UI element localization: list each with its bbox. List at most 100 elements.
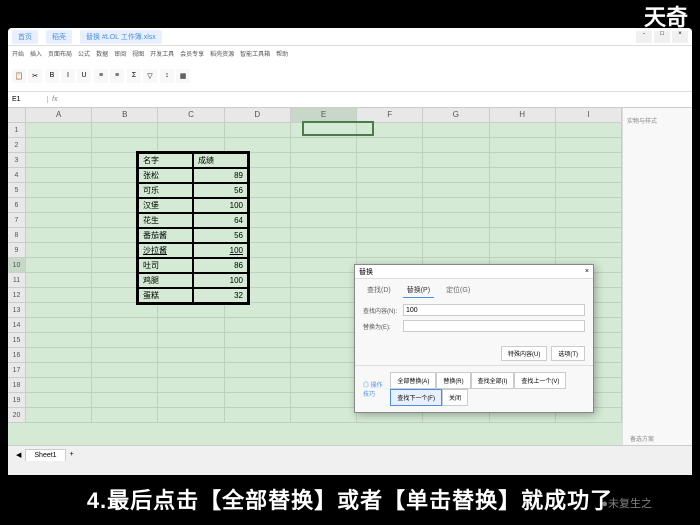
cell[interactable]: [291, 408, 357, 423]
col-header-G[interactable]: G: [423, 108, 489, 122]
col-header-D[interactable]: D: [225, 108, 291, 122]
cell[interactable]: [26, 183, 92, 198]
menu-页面布局[interactable]: 页面布局: [48, 49, 72, 58]
prev-sheet-icon[interactable]: ◀: [16, 451, 21, 459]
cell[interactable]: [92, 123, 158, 138]
close-icon[interactable]: ×: [672, 31, 688, 43]
cell[interactable]: [291, 273, 357, 288]
cell[interactable]: [357, 198, 423, 213]
cell[interactable]: [26, 123, 92, 138]
row-header-5[interactable]: 5: [8, 183, 26, 198]
table-cell[interactable]: 张松: [138, 168, 193, 183]
cell[interactable]: [26, 303, 92, 318]
cell[interactable]: [92, 378, 158, 393]
cell[interactable]: [357, 183, 423, 198]
bold-icon[interactable]: B: [45, 69, 59, 83]
cell[interactable]: [556, 183, 622, 198]
row-header-15[interactable]: 15: [8, 333, 26, 348]
cell[interactable]: [490, 213, 556, 228]
cell[interactable]: [490, 123, 556, 138]
cell[interactable]: [26, 168, 92, 183]
align-left-icon[interactable]: ≡: [94, 69, 108, 83]
tab-home[interactable]: 首页: [12, 30, 38, 44]
cell[interactable]: [26, 273, 92, 288]
dialog-button-1[interactable]: 替换(R): [436, 372, 470, 389]
row-header-8[interactable]: 8: [8, 228, 26, 243]
cell[interactable]: [26, 243, 92, 258]
table-cell[interactable]: 56: [193, 228, 248, 243]
cell[interactable]: [225, 378, 291, 393]
cell[interactable]: [26, 363, 92, 378]
cell[interactable]: [556, 243, 622, 258]
underline-icon[interactable]: U: [77, 69, 91, 83]
table-cell[interactable]: 86: [193, 258, 248, 273]
cell[interactable]: [26, 153, 92, 168]
cell[interactable]: [291, 303, 357, 318]
dialog-close-icon[interactable]: ×: [585, 268, 589, 275]
cell[interactable]: [26, 228, 92, 243]
col-header-A[interactable]: A: [26, 108, 92, 122]
row-header-6[interactable]: 6: [8, 198, 26, 213]
cell[interactable]: [490, 183, 556, 198]
row-header-10[interactable]: 10: [8, 258, 26, 273]
menu-智能工具箱[interactable]: 智能工具箱: [240, 49, 270, 58]
table-cell[interactable]: 番茄酱: [138, 228, 193, 243]
cell[interactable]: [291, 183, 357, 198]
minimize-icon[interactable]: -: [636, 31, 652, 43]
cell[interactable]: [158, 303, 224, 318]
cell[interactable]: [291, 243, 357, 258]
cell[interactable]: [556, 228, 622, 243]
cell[interactable]: [423, 198, 489, 213]
cell[interactable]: [158, 393, 224, 408]
special-content-button[interactable]: 特殊内容(U): [501, 346, 547, 361]
cell[interactable]: [291, 138, 357, 153]
cell[interactable]: [423, 123, 489, 138]
row-header-20[interactable]: 20: [8, 408, 26, 423]
fill-icon[interactable]: ▦: [176, 69, 190, 83]
cell[interactable]: [225, 348, 291, 363]
cell[interactable]: [490, 138, 556, 153]
cell[interactable]: [92, 393, 158, 408]
col-header-I[interactable]: I: [556, 108, 622, 122]
cell[interactable]: [26, 393, 92, 408]
table-cell[interactable]: 100: [193, 198, 248, 213]
sort-icon[interactable]: ↕: [160, 69, 174, 83]
row-header-16[interactable]: 16: [8, 348, 26, 363]
cell[interactable]: [26, 288, 92, 303]
row-header-1[interactable]: 1: [8, 123, 26, 138]
cell[interactable]: [225, 318, 291, 333]
cell[interactable]: [291, 258, 357, 273]
cell[interactable]: [423, 243, 489, 258]
cell[interactable]: [26, 258, 92, 273]
formula-input[interactable]: [61, 94, 692, 106]
cell[interactable]: [225, 363, 291, 378]
cell[interactable]: [26, 348, 92, 363]
dialog-tab[interactable]: 查找(D): [363, 283, 395, 298]
menu-数据[interactable]: 数据: [96, 49, 108, 58]
cell[interactable]: [490, 198, 556, 213]
cell[interactable]: [490, 153, 556, 168]
col-header-E[interactable]: E: [291, 108, 357, 122]
table-cell[interactable]: 鸡腿: [138, 273, 193, 288]
dialog-tab[interactable]: 替换(P): [403, 283, 434, 298]
row-header-14[interactable]: 14: [8, 318, 26, 333]
filter-icon[interactable]: ▽: [143, 69, 157, 83]
col-header-H[interactable]: H: [490, 108, 556, 122]
cell[interactable]: [158, 408, 224, 423]
cell[interactable]: [357, 168, 423, 183]
cell[interactable]: [92, 303, 158, 318]
cell[interactable]: [556, 123, 622, 138]
cell[interactable]: [423, 138, 489, 153]
cell[interactable]: [490, 168, 556, 183]
cell[interactable]: [291, 228, 357, 243]
maximize-icon[interactable]: □: [654, 31, 670, 43]
table-cell[interactable]: 蛋糕: [138, 288, 193, 303]
cell[interactable]: [556, 153, 622, 168]
dialog-tab[interactable]: 定位(G): [442, 283, 474, 298]
cell[interactable]: [158, 363, 224, 378]
cell[interactable]: [26, 138, 92, 153]
cell[interactable]: [26, 213, 92, 228]
cell[interactable]: [26, 198, 92, 213]
table-cell[interactable]: 可乐: [138, 183, 193, 198]
col-header-F[interactable]: F: [357, 108, 423, 122]
